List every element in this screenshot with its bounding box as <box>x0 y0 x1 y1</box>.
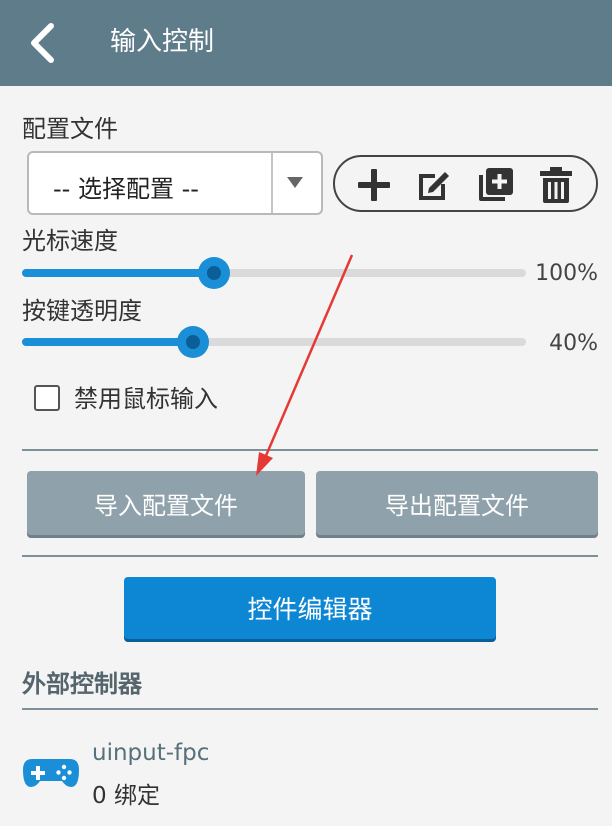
edit-icon <box>419 172 449 200</box>
slider-fill <box>22 269 214 277</box>
add-profile-button[interactable] <box>353 164 395 206</box>
copy-add-icon <box>479 168 513 201</box>
dropdown-arrow-icon[interactable] <box>287 177 303 188</box>
profile-actions-toolbar <box>333 155 598 212</box>
controller-binding-count: 0 绑定 <box>92 783 160 809</box>
disable-mouse-checkbox[interactable] <box>34 385 60 411</box>
button-opacity-value: 40% <box>549 331 598 356</box>
back-button[interactable] <box>22 18 62 68</box>
external-controllers-title: 外部控制器 <box>22 670 142 698</box>
profile-select[interactable]: -- 选择配置 -- <box>27 151 323 215</box>
delete-profile-button[interactable] <box>535 164 577 206</box>
profile-select-value: -- 选择配置 -- <box>53 175 199 203</box>
divider <box>22 449 598 451</box>
cursor-speed-label: 光标速度 <box>22 227 118 255</box>
cursor-speed-slider[interactable] <box>22 257 526 289</box>
edit-profile-button[interactable] <box>413 164 455 206</box>
import-profile-button[interactable]: 导入配置文件 <box>27 471 305 535</box>
divider <box>22 708 598 710</box>
plus-icon <box>358 169 390 201</box>
trash-icon <box>540 167 572 203</box>
export-profile-button[interactable]: 导出配置文件 <box>316 471 598 535</box>
divider <box>22 555 598 557</box>
profile-label: 配置文件 <box>22 115 118 143</box>
slider-thumb[interactable] <box>197 257 230 289</box>
gamepad-icon <box>23 759 79 787</box>
slider-thumb[interactable] <box>177 326 210 358</box>
controller-name: uinput-fpc <box>92 740 210 766</box>
select-divider <box>271 153 273 213</box>
chevron-left-icon <box>31 23 54 63</box>
control-editor-button[interactable]: 控件编辑器 <box>124 577 496 639</box>
input-control-screen: 输入控制 配置文件 -- 选择配置 -- 光标速度 100% 按键透明度 40%… <box>0 0 612 826</box>
button-opacity-label: 按键透明度 <box>22 297 142 325</box>
page-title: 输入控制 <box>110 27 215 57</box>
duplicate-profile-button[interactable] <box>474 164 516 206</box>
slider-fill <box>22 338 194 346</box>
controller-item[interactable]: uinput-fpc 0 绑定 <box>22 736 598 809</box>
button-opacity-slider[interactable] <box>22 326 526 358</box>
cursor-speed-value: 100% <box>535 261 598 286</box>
app-bar: 输入控制 <box>0 0 612 86</box>
disable-mouse-label[interactable]: 禁用鼠标输入 <box>74 384 218 414</box>
